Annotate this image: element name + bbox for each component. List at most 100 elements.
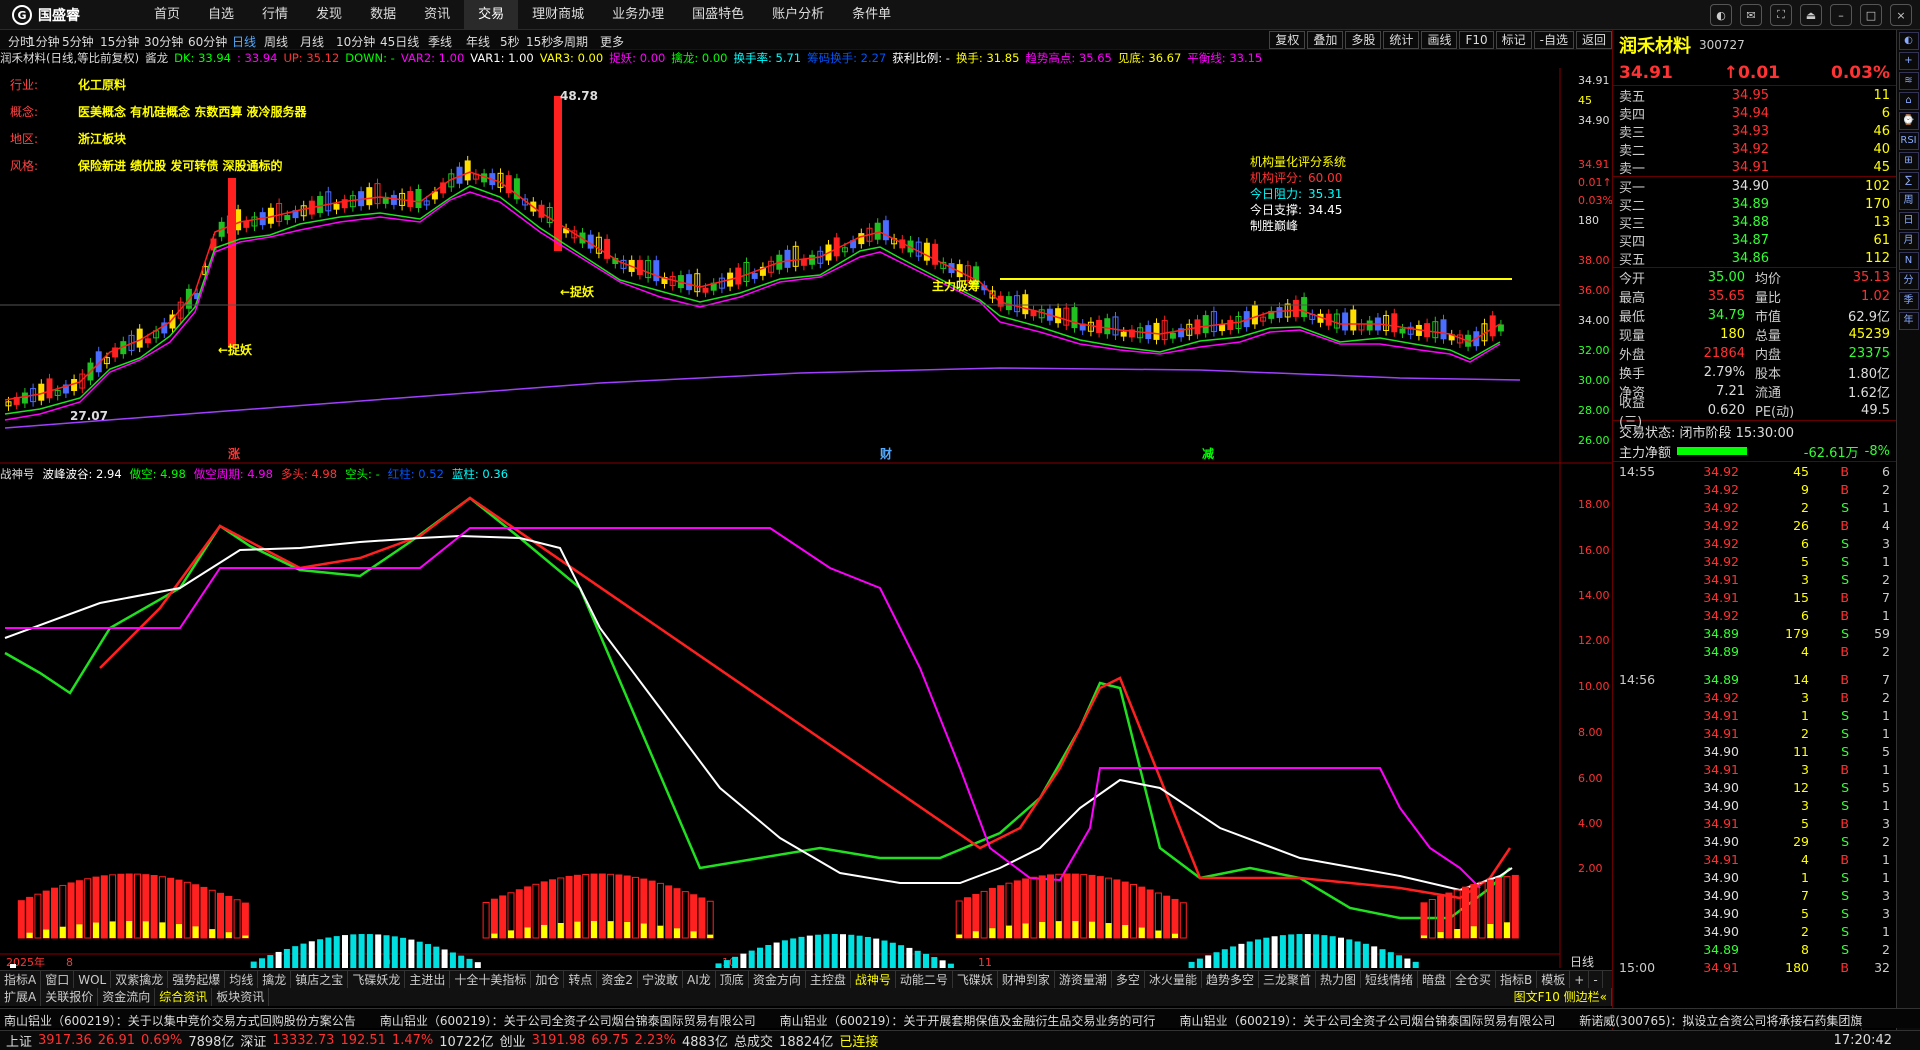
side-tab-13[interactable]: 季 [1898,292,1919,310]
indicator-tab-1[interactable]: 窗口 [41,971,75,988]
menu-3[interactable]: 发现 [302,0,356,30]
period-16[interactable]: 更多 [600,33,624,50]
tool-button-5[interactable]: F10 [1459,31,1494,49]
tool-button-0[interactable]: 复权 [1269,31,1306,49]
tool-button-2[interactable]: 多股 [1345,31,1382,49]
indicator-tab-33[interactable]: 模板 [1537,971,1571,988]
book-row[interactable]: 卖二 34.92 40 [1613,140,1896,159]
indicator-tab-31[interactable]: 全仓买 [1451,971,1497,988]
indicator-tab-34[interactable]: + [1570,971,1590,988]
menu-10[interactable]: 账户分析 [758,0,838,30]
indicator-tab-20[interactable]: 动能二号 [896,971,953,988]
menu-5[interactable]: 资讯 [410,0,464,30]
tool-button-8[interactable]: 返回 [1575,31,1612,49]
period-13[interactable]: 5秒 [500,33,520,50]
indicator-tab-4[interactable]: 强势起爆 [168,971,226,988]
indicator-tab-0[interactable]: 指标A [0,971,42,988]
period-8[interactable]: 月线 [300,33,324,50]
book-row[interactable]: 买四 34.87 61 [1613,231,1896,250]
tool-button-3[interactable]: 统计 [1383,31,1420,49]
tool-button-1[interactable]: 叠加 [1307,31,1344,49]
window-control-icon-4[interactable]: – [1830,4,1852,26]
indicator-tab-3[interactable]: 双紫擒龙 [111,971,169,988]
news-item[interactable]: 新诺威(300765)：拟设立合资公司将承接石药集团旗 [1575,1009,1882,1028]
indicator-tab-23[interactable]: 游资量潮 [1055,971,1112,988]
indicator-tab-24[interactable]: 多空 [1112,971,1145,988]
period-1[interactable]: 1分钟 [28,33,60,50]
indicator-tab-27[interactable]: 三龙聚首 [1259,971,1316,988]
indicator-tab-19[interactable]: 战神号 [851,971,896,988]
indicator-tab-26[interactable]: 趋势多空 [1202,971,1259,988]
indicator-tab-17[interactable]: 资金方向 [749,971,806,988]
side-tab-1[interactable]: + [1898,52,1919,70]
window-control-icon-1[interactable]: ✉ [1740,4,1762,26]
indicator-tab-6[interactable]: 擒龙 [258,971,292,988]
indicator-tab-25[interactable]: 冰火量能 [1145,971,1202,988]
tool-button-4[interactable]: 画线 [1421,31,1458,49]
indicator-tab-15[interactable]: AI龙 [683,971,716,988]
period-15[interactable]: 多周期 [552,33,588,50]
side-tab-5[interactable]: RSI [1898,132,1919,150]
menu-6[interactable]: 交易 [464,0,519,30]
indicator-tab-18[interactable]: 主控盘 [806,971,851,988]
period-7[interactable]: 周线 [264,33,288,50]
indicator-tab-9[interactable]: 主进出 [405,971,451,988]
indicator-tab-30[interactable]: 暗盘 [1418,971,1452,988]
menu-2[interactable]: 行情 [248,0,302,30]
news-item[interactable]: 南山铝业（600219）：关于开展套期保值及金融衍生品交易业务的可行 [776,1009,1176,1028]
side-tab-7[interactable]: ∑ [1898,172,1919,190]
indicator-tab-11[interactable]: 加仓 [531,971,565,988]
window-control-icon-0[interactable]: ◐ [1710,4,1732,26]
book-row[interactable]: 买三 34.88 13 [1613,213,1896,232]
side-tab-3[interactable]: ⌂ [1898,92,1919,110]
news-item[interactable]: 南山铝业（600219）：关于公司全资子公司烟台锦泰国际贸易有限公司 [1175,1009,1575,1028]
menu-11[interactable]: 条件单 [838,0,905,30]
indicator-tab-21[interactable]: 飞碟妖 [953,971,998,988]
period-4[interactable]: 30分钟 [144,33,183,50]
indicator-tab-12[interactable]: 转点 [564,971,598,988]
indicator-tab-16[interactable]: 顶底 [716,971,749,988]
book-row[interactable]: 卖三 34.93 46 [1613,122,1896,141]
tool-button-6[interactable]: 标记 [1495,31,1532,49]
extension-tab-4[interactable]: 板块资讯 [212,988,270,1006]
indicator-tab-22[interactable]: 财神到家 [998,971,1055,988]
period-6[interactable]: 日线 [232,33,256,50]
news-item[interactable]: 南山铝业（600219）：关于以集中竞价交易方式回购股份方案公告 [0,1009,376,1028]
book-row[interactable]: 买一 34.90 102 [1613,177,1896,196]
menu-9[interactable]: 国盛特色 [678,0,758,30]
period-14[interactable]: 15秒 [526,33,553,50]
menu-4[interactable]: 数据 [356,0,410,30]
period-10[interactable]: 45日线 [380,33,419,50]
indicator-tab-8[interactable]: 飞碟妖龙 [348,971,406,988]
period-2[interactable]: 5分钟 [62,33,94,50]
side-tab-8[interactable]: 周 [1898,192,1919,210]
window-control-icon-2[interactable]: ⛶ [1770,4,1792,26]
side-tab-12[interactable]: 分 [1898,272,1919,290]
side-tab-10[interactable]: 月 [1898,232,1919,250]
tool-button-7[interactable]: -自选 [1533,31,1574,49]
indicator-tab-35[interactable]: - [1589,971,1603,988]
kline-chart[interactable]: 34.91 45 34.90 34.91 0.01↑ 0.03% 180 38.00 36.00… [0,68,1612,968]
side-tab-4[interactable]: ⌚ [1898,112,1919,130]
menu-7[interactable]: 理财商城 [518,0,598,30]
window-control-icon-3[interactable]: ⏏ [1800,4,1822,26]
period-12[interactable]: 年线 [466,33,490,50]
indicator-tab-13[interactable]: 资金2 [597,971,639,988]
menu-0[interactable]: 首页 [140,0,194,30]
book-row[interactable]: 卖五 34.95 11 [1613,86,1896,105]
side-tab-6[interactable]: ⊞ [1898,152,1919,170]
side-tab-2[interactable]: ≋ [1898,72,1919,90]
indicator-tab-10[interactable]: 十全十美指标 [450,971,532,988]
period-3[interactable]: 15分钟 [100,33,139,50]
book-row[interactable]: 买二 34.89 170 [1613,195,1896,214]
indicator-tab-5[interactable]: 均线 [225,971,259,988]
side-tab-11[interactable]: N [1898,252,1919,270]
indicator-tab-28[interactable]: 热力图 [1316,971,1361,988]
indicator-tab-14[interactable]: 宁波敢 [638,971,684,988]
f10-sidebar-toggle[interactable]: 图文F10 侧边栏« [1510,988,1612,1006]
indicator-tab-7[interactable]: 镇店之宝 [291,971,349,988]
book-row[interactable]: 卖一 34.91 45 [1613,158,1896,177]
menu-1[interactable]: 自选 [194,0,248,30]
indicator-tab-2[interactable]: WOL [74,971,112,988]
extension-tab-2[interactable]: 资金流向 [98,988,156,1006]
